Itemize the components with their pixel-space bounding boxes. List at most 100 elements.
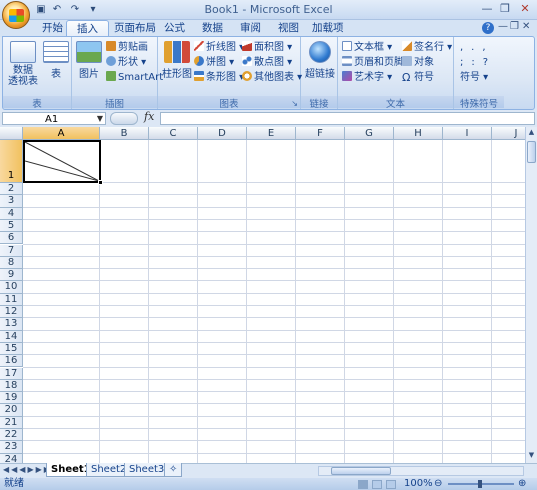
row-header-20[interactable]: 20 [0,404,23,417]
workbook-close-icon[interactable]: ✕ [522,21,530,32]
picture-button[interactable]: 图片 [74,41,104,80]
zoom-out-icon[interactable]: ⊖ [434,478,442,490]
column-chart-button[interactable]: 柱形图 [160,41,194,80]
row-header-1[interactable]: 1 [0,140,23,183]
vertical-scroll-thumb[interactable] [527,141,536,163]
tab-insert[interactable]: 插入 [66,20,109,37]
name-box[interactable]: A1 ▼ [2,112,106,125]
row-header-22[interactable]: 22 [0,429,23,442]
row-header-7[interactable]: 7 [0,244,23,257]
page-layout-view-icon[interactable] [372,480,382,489]
row-header-5[interactable]: 5 [0,219,23,233]
close-icon[interactable]: ✕ [517,2,533,16]
column-chart-label: 柱形图 [162,69,192,80]
area-chart-button[interactable]: 面积图 ▾ [242,41,292,55]
sheet-tab-3[interactable]: Sheet3 [124,463,170,477]
row-header-14[interactable]: 14 [0,330,23,343]
textbox-icon [342,41,352,51]
row-header-2[interactable]: 2 [0,183,23,196]
formula-input[interactable] [160,112,535,125]
row-header-16[interactable]: 16 [0,355,23,368]
header-footer-button[interactable]: 页眉和页脚 [342,56,404,70]
tab-data[interactable]: 数据 [192,20,233,37]
hyperlink-button[interactable]: 超链接 [303,41,337,80]
group-charts: 柱形图 折线图 ▾ 饼图 ▾ 条形图 ▾ 面积图 ▾ 散点图 ▾ 其他图表 ▾ … [158,37,302,110]
row-header-9[interactable]: 9 [0,269,23,282]
column-header-h[interactable]: H [394,127,443,140]
column-header-g[interactable]: G [345,127,394,140]
workbook-restore-icon[interactable]: ❐ [510,21,519,32]
clipart-button[interactable]: 剪贴画 [106,41,148,55]
zoom-in-icon[interactable]: ⊕ [518,478,526,490]
row-header-15[interactable]: 15 [0,342,23,356]
symbol-button[interactable]: Ω 符号 [402,71,434,85]
tab-formulas[interactable]: 公式 [154,20,195,37]
line-chart-button[interactable]: 折线图 ▾ [194,41,244,55]
formula-bar-expand-handle[interactable] [110,112,138,125]
restore-icon[interactable]: ❐ [497,2,513,16]
zoom-slider-thumb[interactable] [478,480,482,488]
special-symbol-button[interactable]: 符号 ▾ [460,71,488,85]
column-header-i[interactable]: I [443,127,492,140]
select-all-corner[interactable] [0,127,23,140]
row-header-23[interactable]: 23 [0,441,23,454]
smartart-icon [106,71,116,81]
row-header-19[interactable]: 19 [0,392,23,405]
smartart-button[interactable]: SmartArt [106,71,163,85]
row-header-4[interactable]: 4 [0,207,23,220]
bar-chart-button[interactable]: 条形图 ▾ [194,71,244,85]
shapes-button[interactable]: 形状 ▾ [106,56,146,70]
column-header-e[interactable]: E [247,127,296,140]
wordart-button[interactable]: 艺术字 ▾ [342,71,392,85]
textbox-button[interactable]: 文本框 ▾ [342,41,392,55]
column-header-f[interactable]: F [296,127,345,140]
column-header-c[interactable]: C [149,127,198,140]
scroll-down-icon[interactable]: ▼ [527,451,536,462]
page-break-view-icon[interactable] [386,480,396,489]
selected-cell-a1[interactable] [23,140,103,185]
row-header-18[interactable]: 18 [0,379,23,393]
charts-dialog-launcher-icon[interactable]: ↘ [291,99,298,108]
ribbon-minimize-icon[interactable]: — [498,21,508,32]
row-header-3[interactable]: 3 [0,195,23,208]
row-header-13[interactable]: 13 [0,318,23,331]
other-charts-button[interactable]: 其他图表 ▾ [242,71,302,85]
worksheet-grid[interactable]: ABCDEFGHIJ 1 2 3 4 5 6 7 8 9 10 11 12 13 14 15 16 17 18 19… [0,127,525,463]
row-header-11[interactable]: 11 [0,293,23,306]
zoom-level[interactable]: 100% [404,478,433,490]
row-header-21[interactable]: 21 [0,416,23,429]
column-header-j[interactable]: J [492,127,525,140]
office-button[interactable] [2,1,30,29]
scroll-up-icon[interactable]: ▲ [527,128,536,139]
sheet-nav-icons[interactable]: ◀◀◀▶▶▶ [3,465,52,474]
insert-sheet-icon[interactable]: ✧ [164,463,182,477]
row-header-24[interactable]: 24 [0,453,23,463]
table-button[interactable]: 表 [41,41,71,80]
special-symbol-row-2[interactable]: ;:? [460,56,496,70]
name-box-dropdown-icon[interactable]: ▼ [97,113,103,124]
horizontal-scroll-thumb[interactable] [331,467,391,475]
tab-review[interactable]: 审阅 [230,20,271,37]
signature-line-button[interactable]: 签名行 ▾ [402,41,452,55]
horizontal-scrollbar[interactable] [318,466,524,476]
row-header-17[interactable]: 17 [0,367,23,380]
column-header-d[interactable]: D [198,127,247,140]
vertical-scrollbar[interactable]: ▲ ▼ [525,127,537,463]
pie-chart-button[interactable]: 饼图 ▾ [194,56,234,70]
insert-function-icon[interactable]: fx [144,110,154,123]
column-header-b[interactable]: B [100,127,149,140]
fill-handle[interactable] [98,180,103,185]
special-symbol-row-1[interactable]: ,., [460,41,494,55]
row-header-12[interactable]: 12 [0,306,23,319]
object-button[interactable]: 对象 [402,56,434,70]
row-header-10[interactable]: 10 [0,281,23,294]
minimize-icon[interactable]: — [479,2,495,16]
normal-view-icon[interactable] [358,480,368,489]
help-icon[interactable]: ? [482,22,494,34]
row-header-6[interactable]: 6 [0,232,23,245]
column-header-a[interactable]: A [23,127,100,140]
row-header-8[interactable]: 8 [0,256,23,270]
pivot-table-button[interactable]: 数据 透视表 [5,41,41,87]
tab-addins[interactable]: 加载项 [302,20,354,37]
scatter-chart-button[interactable]: 散点图 ▾ [242,56,292,70]
